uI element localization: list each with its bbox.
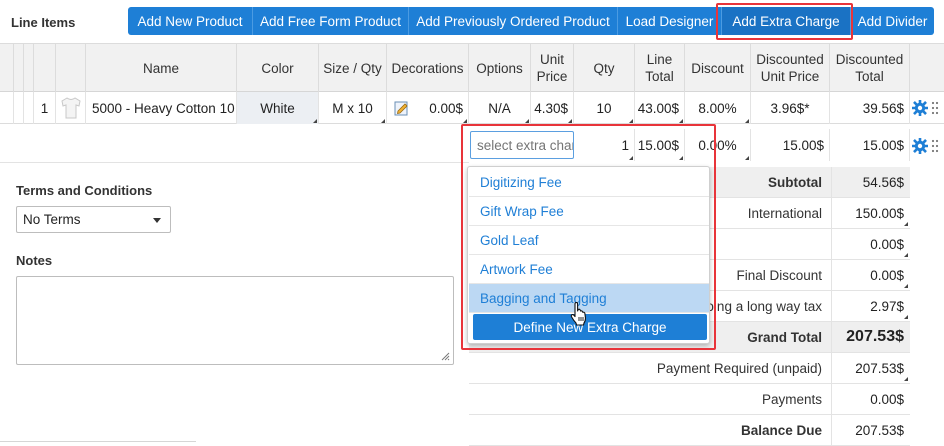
totals-value: 54.56$ xyxy=(831,167,910,197)
tshirt-icon xyxy=(60,97,81,119)
gear-icon[interactable] xyxy=(912,138,928,154)
grand-total-value: 207.53$ xyxy=(831,322,910,352)
col-decorations[interactable]: Decorations xyxy=(387,44,469,92)
totals-value: 0.00$ xyxy=(831,384,910,414)
decoration-edit-icon[interactable] xyxy=(394,100,410,116)
chevron-down-icon xyxy=(153,218,161,223)
extra-qty-cell[interactable]: 1 xyxy=(574,129,635,161)
totals-row-payments: Payments 0.00$ xyxy=(469,384,910,415)
terms-select[interactable]: No Terms xyxy=(16,206,171,233)
notes-textarea[interactable] xyxy=(16,276,454,365)
extra-price-cell[interactable]: 15.00$ xyxy=(635,129,685,161)
totals-label: International xyxy=(747,205,822,221)
dropdown-item-bagging-and-tagging[interactable]: Bagging and Tagging xyxy=(469,284,709,313)
define-new-extra-charge-button[interactable]: Define New Extra Charge xyxy=(473,314,707,340)
add-divider-button[interactable]: Add Divider xyxy=(851,7,934,35)
totals-label: Going a long way tax xyxy=(695,298,822,314)
col-discounted-total[interactable]: Discounted Total xyxy=(830,44,910,92)
resize-grip-icon[interactable] xyxy=(440,351,450,361)
dropdown-item-gift-wrap-fee[interactable]: Gift Wrap Fee xyxy=(469,197,709,226)
col-spacer-2 xyxy=(24,44,34,92)
col-line-total[interactable]: Line Total xyxy=(635,44,685,92)
col-options[interactable]: Options xyxy=(469,44,531,92)
col-spacer xyxy=(14,44,24,92)
totals-value[interactable]: 207.53$ xyxy=(831,353,910,383)
col-actions xyxy=(910,44,944,92)
row-index: 1 xyxy=(34,92,56,124)
hand-cursor-icon xyxy=(570,302,587,326)
extra-charge-search-input[interactable] xyxy=(470,131,574,159)
col-color[interactable]: Color xyxy=(237,44,319,92)
extra-charge-dropdown: Digitizing Fee Gift Wrap Fee Gold Leaf A… xyxy=(467,166,710,344)
line-total-cell: 43.00$ xyxy=(635,92,685,124)
add-extra-charge-button[interactable]: Add Extra Charge xyxy=(722,7,851,35)
bottom-divider xyxy=(0,441,196,442)
discounted-unit-price-cell: 3.96$* xyxy=(751,92,830,124)
product-name[interactable]: 5000 - Heavy Cotton 10 xyxy=(86,92,237,124)
size-qty-cell[interactable]: M x 10 xyxy=(319,92,387,124)
dropdown-item-gold-leaf[interactable]: Gold Leaf xyxy=(469,226,709,255)
line-items-table-header: Name Color Size / Qty Decorations Option… xyxy=(0,44,944,92)
table-row: 1 5000 - Heavy Cotton 10 White M x 10 0.… xyxy=(0,92,944,124)
notes-label: Notes xyxy=(16,253,53,268)
totals-label: Subtotal xyxy=(768,174,822,190)
totals-value[interactable]: 150.00$ xyxy=(831,198,910,228)
col-size-qty[interactable]: Size / Qty xyxy=(319,44,387,92)
col-image xyxy=(56,44,86,92)
unit-price-cell[interactable]: 4.30$ xyxy=(531,92,574,124)
product-thumbnail[interactable] xyxy=(56,92,86,124)
decorations-price: 0.00$ xyxy=(429,100,463,116)
totals-label: Payment Required (unpaid) xyxy=(656,360,822,376)
totals-label: Final Discount xyxy=(736,267,822,283)
totals-label: Grand Total xyxy=(747,329,822,345)
totals-value[interactable]: 0.00$ xyxy=(831,229,910,259)
row-actions xyxy=(910,92,944,124)
row-handle xyxy=(0,92,14,124)
totals-value[interactable]: 2.97$ xyxy=(831,291,910,321)
drag-handle-icon[interactable] xyxy=(931,101,939,115)
terms-label: Terms and Conditions xyxy=(16,183,153,198)
terms-select-value: No Terms xyxy=(23,212,81,227)
totals-row-balance-due: Balance Due 207.53$ xyxy=(469,415,910,446)
line-items-toolbar: Line Items Add New Product Add Free Form… xyxy=(0,0,944,44)
totals-value: 207.53$ xyxy=(831,415,910,445)
color-cell[interactable]: White xyxy=(237,92,319,124)
totals-label: Balance Due xyxy=(740,422,822,438)
col-discount[interactable]: Discount xyxy=(685,44,751,92)
totals-label: Payments xyxy=(761,391,822,407)
load-designer-button[interactable]: Load Designer xyxy=(618,7,722,35)
add-new-product-button[interactable]: Add New Product xyxy=(128,7,253,35)
line-items-title: Line Items xyxy=(11,15,76,30)
dropdown-item-digitizing-fee[interactable]: Digitizing Fee xyxy=(469,168,709,197)
add-free-form-product-button[interactable]: Add Free Form Product xyxy=(253,7,409,35)
col-index xyxy=(34,44,56,92)
col-name[interactable]: Name xyxy=(86,44,237,92)
extra-discount-cell[interactable]: 0.00% xyxy=(685,129,751,161)
add-previously-ordered-product-button[interactable]: Add Previously Ordered Product xyxy=(409,7,618,35)
extra-charge-row: 1 15.00$ 0.00% 15.00$ 15.00$ xyxy=(0,128,944,163)
col-handle xyxy=(0,44,14,92)
discounted-total-cell: 39.56$ xyxy=(830,92,910,124)
col-unit-price[interactable]: Unit Price xyxy=(531,44,574,92)
totals-value[interactable]: 0.00$ xyxy=(831,260,910,290)
totals-row-payment-required: Payment Required (unpaid) 207.53$ xyxy=(469,353,910,384)
extra-discounted-total-cell: 15.00$ xyxy=(830,129,910,161)
decorations-cell[interactable]: 0.00$ xyxy=(387,92,469,124)
col-discounted-unit-price[interactable]: Discounted Unit Price xyxy=(751,44,830,92)
qty-cell[interactable]: 10 xyxy=(574,92,635,124)
discount-cell[interactable]: 8.00% xyxy=(685,92,751,124)
row-spacer xyxy=(14,92,24,124)
row-spacer-2 xyxy=(24,92,34,124)
options-cell[interactable]: N/A xyxy=(469,92,531,124)
dropdown-item-artwork-fee[interactable]: Artwork Fee xyxy=(469,255,709,284)
col-qty[interactable]: Qty xyxy=(574,44,635,92)
extra-discounted-unit-price-cell: 15.00$ xyxy=(751,129,830,161)
row-divider xyxy=(0,162,469,163)
gear-icon[interactable] xyxy=(912,100,928,116)
drag-handle-icon[interactable] xyxy=(931,139,939,153)
